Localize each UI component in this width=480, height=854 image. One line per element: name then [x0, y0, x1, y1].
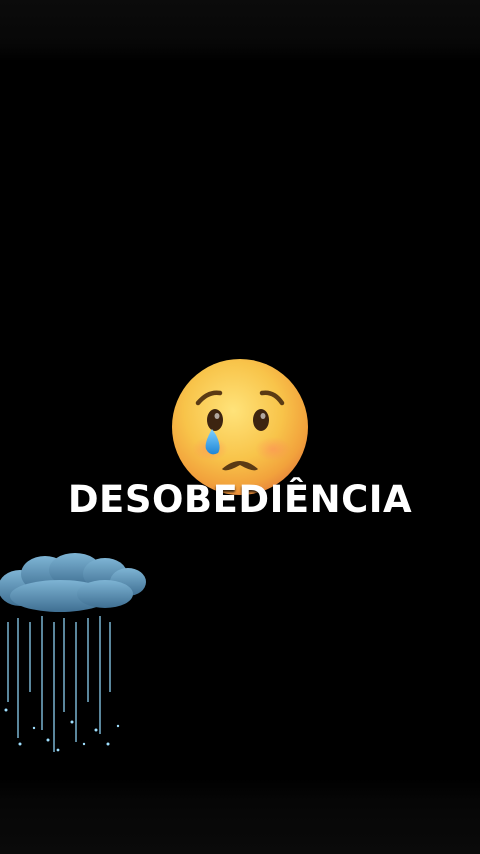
caption-text: DESOBEDIÊNCIA [67, 478, 413, 521]
bottom-fade-band [0, 778, 480, 854]
rain-cloud-icon [0, 553, 146, 752]
top-fade-band [0, 0, 480, 62]
crying-face-icon [172, 359, 308, 495]
video-frame: DESOBEDIÊNCIA [0, 0, 480, 854]
